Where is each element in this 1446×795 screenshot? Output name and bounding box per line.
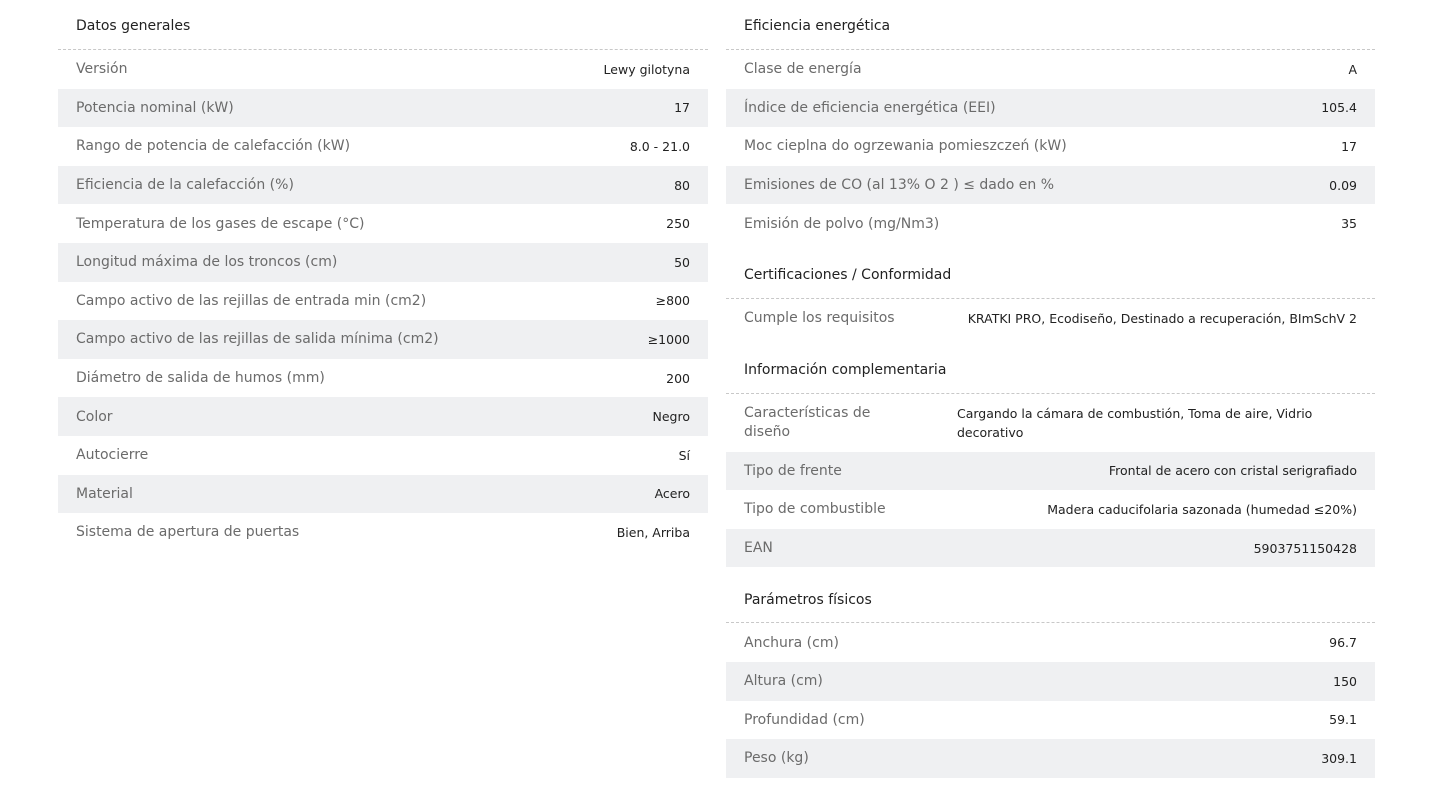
spec-label: Tipo de frente bbox=[744, 462, 842, 479]
physical-params-section: Parámetros físicos Anchura (cm) 96.7 Alt… bbox=[726, 567, 1375, 778]
spec-value: 150 bbox=[1333, 673, 1357, 689]
spec-value: 17 bbox=[1341, 138, 1357, 154]
spec-value: 35 bbox=[1341, 216, 1357, 232]
spec-value: 5903751150428 bbox=[1253, 540, 1357, 556]
spec-row-material: Material Acero bbox=[58, 474, 708, 514]
energy-efficiency-section: Eficiencia energética Clase de energía A… bbox=[726, 0, 1375, 243]
spec-value: ≥1000 bbox=[647, 331, 690, 347]
spec-value: Cargando la cámara de combustión, Toma d… bbox=[957, 405, 1313, 440]
spec-row-requirements: Cumple los requisitos KRATKI PRO, Ecodis… bbox=[726, 299, 1375, 338]
spec-row-energy-class: Clase de energía A bbox=[726, 50, 1375, 89]
spec-row-depth: Profundidad (cm) 59.1 bbox=[726, 701, 1375, 740]
spec-label: Peso (kg) bbox=[744, 750, 809, 767]
spec-label: Color bbox=[76, 408, 113, 425]
section-title-certifications: Certificaciones / Conformidad bbox=[726, 243, 1375, 299]
spec-value: KRATKI PRO, Ecodiseño, Destinado a recup… bbox=[967, 310, 1357, 326]
spec-label: Sistema de apertura de puertas bbox=[76, 524, 300, 541]
spec-label: Eficiencia de la calefacción (%) bbox=[76, 177, 294, 194]
spec-label: Emisión de polvo (mg/Nm3) bbox=[744, 215, 940, 232]
section-title-general: Datos generales bbox=[58, 0, 708, 50]
spec-value: ≥800 bbox=[655, 293, 690, 309]
spec-row-door-opening: Sistema de apertura de puertas Bien, Arr… bbox=[58, 513, 708, 552]
spec-row-version: Versión Lewy gilotyna bbox=[58, 50, 708, 89]
section-title-additional: Información complementaria bbox=[726, 338, 1375, 394]
spec-value: 17 bbox=[674, 100, 690, 116]
spec-value: A bbox=[1348, 61, 1357, 77]
spec-row-room-heat-output: Moc cieplna do ogrzewania pomieszczeń (k… bbox=[726, 127, 1375, 166]
spec-label: Profundidad (cm) bbox=[744, 711, 865, 728]
spec-value: Sí bbox=[678, 447, 690, 463]
spec-row-outlet-grille: Campo activo de las rejillas de salida m… bbox=[58, 320, 708, 359]
spec-label: Longitud máxima de los troncos (cm) bbox=[76, 254, 338, 271]
spec-value: Madera caducifolaria sazonada (humedad ≤… bbox=[1047, 501, 1357, 517]
spec-row-flue-diameter: Diámetro de salida de humos (mm) 200 bbox=[58, 359, 708, 398]
spec-label: Autocierre bbox=[76, 447, 149, 464]
spec-label: Campo activo de las rejillas de entrada … bbox=[76, 292, 427, 309]
spec-row-height: Altura (cm) 150 bbox=[726, 661, 1375, 701]
spec-row-dust-emission: Emisión de polvo (mg/Nm3) 35 bbox=[726, 204, 1375, 243]
spec-row-weight: Peso (kg) 309.1 bbox=[726, 739, 1375, 778]
spec-row-log-length: Longitud máxima de los troncos (cm) 50 bbox=[58, 242, 708, 282]
spec-value: Negro bbox=[652, 409, 691, 425]
spec-label: Temperatura de los gases de escape (°C) bbox=[76, 215, 365, 232]
spec-row-power-range: Rango de potencia de calefacción (kW) 8.… bbox=[58, 127, 708, 166]
spec-label: EAN bbox=[744, 540, 773, 557]
spec-label: Cumple los requisitos bbox=[744, 310, 895, 327]
spec-row-nominal-power: Potencia nominal (kW) 17 bbox=[58, 88, 708, 128]
spec-label: Moc cieplna do ogrzewania pomieszczeń (k… bbox=[744, 138, 1067, 155]
spec-label: Tipo de combustible bbox=[744, 501, 886, 518]
spec-row-color: Color Negro bbox=[58, 397, 708, 436]
spec-value: 105.4 bbox=[1321, 100, 1357, 116]
spec-row-design-features: Características de diseño Cargando la cá… bbox=[726, 394, 1375, 452]
right-specs-column: Eficiencia energética Clase de energía A… bbox=[726, 0, 1375, 778]
spec-label: Rango de potencia de calefacción (kW) bbox=[76, 138, 351, 155]
spec-value: Frontal de acero con cristal serigrafiad… bbox=[1108, 463, 1357, 479]
spec-value: 0.09 bbox=[1329, 177, 1357, 193]
spec-value: 80 bbox=[674, 177, 690, 193]
spec-value: 96.7 bbox=[1329, 635, 1357, 651]
spec-label: Clase de energía bbox=[744, 61, 862, 78]
spec-label: Material bbox=[76, 485, 133, 502]
spec-row-inlet-grille: Campo activo de las rejillas de entrada … bbox=[58, 282, 708, 321]
spec-row-self-closing: Autocierre Sí bbox=[58, 436, 708, 475]
spec-row-eei: Índice de eficiencia energética (EEI) 10… bbox=[726, 88, 1375, 128]
spec-value: Acero bbox=[654, 486, 690, 502]
spec-value: 200 bbox=[666, 370, 690, 386]
spec-label: Campo activo de las rejillas de salida m… bbox=[76, 331, 439, 348]
certifications-section: Certificaciones / Conformidad Cumple los… bbox=[726, 243, 1375, 338]
product-specs-page: Datos generales Versión Lewy gilotyna Po… bbox=[0, 0, 1446, 795]
spec-label: Potencia nominal (kW) bbox=[76, 99, 234, 116]
spec-value: 50 bbox=[674, 254, 690, 270]
spec-value: 59.1 bbox=[1329, 712, 1357, 728]
spec-row-width: Anchura (cm) 96.7 bbox=[726, 623, 1375, 662]
spec-row-fuel-type: Tipo de combustible Madera caducifolaria… bbox=[726, 490, 1375, 529]
spec-row-ean: EAN 5903751150428 bbox=[726, 528, 1375, 568]
spec-label: Emisiones de CO (al 13% O 2 ) ≤ dado en … bbox=[744, 177, 1055, 194]
general-data-section: Datos generales Versión Lewy gilotyna Po… bbox=[58, 0, 708, 552]
spec-label: Anchura (cm) bbox=[744, 634, 839, 651]
spec-label: Índice de eficiencia energética (EEI) bbox=[744, 99, 996, 116]
spec-label: Diámetro de salida de humos (mm) bbox=[76, 370, 325, 387]
spec-value: 309.1 bbox=[1321, 750, 1357, 766]
spec-row-heating-efficiency: Eficiencia de la calefacción (%) 80 bbox=[58, 165, 708, 205]
spec-row-front-type: Tipo de frente Frontal de acero con cris… bbox=[726, 451, 1375, 491]
section-title-energy: Eficiencia energética bbox=[726, 0, 1375, 50]
additional-info-section: Información complementaria Característic… bbox=[726, 338, 1375, 568]
spec-row-exhaust-temp: Temperatura de los gases de escape (°C) … bbox=[58, 204, 708, 243]
spec-value: 250 bbox=[666, 216, 690, 232]
spec-label: Altura (cm) bbox=[744, 673, 823, 690]
spec-label: Características de diseño bbox=[744, 404, 871, 440]
spec-value: 8.0 - 21.0 bbox=[629, 138, 690, 154]
section-title-physical: Parámetros físicos bbox=[726, 567, 1375, 624]
spec-label: Versión bbox=[76, 61, 128, 78]
spec-row-co-emissions: Emisiones de CO (al 13% O 2 ) ≤ dado en … bbox=[726, 165, 1375, 205]
spec-value: Bien, Arriba bbox=[616, 524, 690, 540]
spec-value: Lewy gilotyna bbox=[603, 61, 690, 77]
